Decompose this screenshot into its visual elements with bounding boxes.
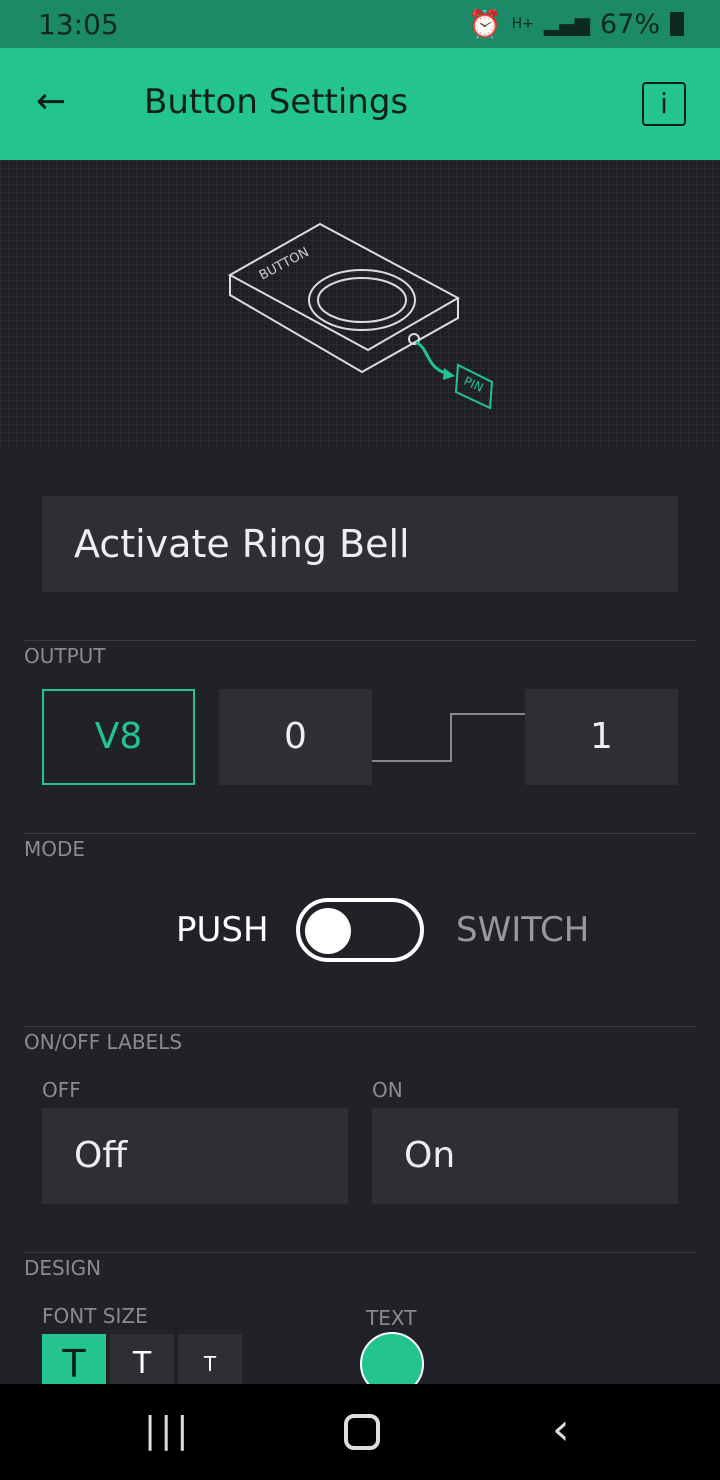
- app-header: ← Button Settings i: [0, 48, 720, 160]
- high-value-input[interactable]: 1: [525, 689, 678, 785]
- system-back-button[interactable]: ‹: [552, 1404, 570, 1455]
- mode-section-label: MODE: [24, 837, 86, 861]
- divider: [24, 1252, 696, 1253]
- labels-section-label: ON/OFF LABELS: [24, 1030, 183, 1054]
- output-section-label: OUTPUT: [24, 644, 106, 668]
- button-device-icon: BUTTON PIN: [227, 222, 494, 410]
- device-label: BUTTON: [257, 245, 312, 284]
- battery-percent: 67%: [599, 8, 660, 40]
- network-type: H+: [511, 16, 534, 32]
- status-time: 13:05: [38, 8, 119, 41]
- mode-toggle[interactable]: [296, 898, 424, 962]
- divider: [24, 833, 696, 834]
- low-value-input[interactable]: 0: [219, 689, 372, 785]
- off-label: OFF: [42, 1078, 81, 1102]
- button-illustration: BUTTON PIN: [0, 160, 720, 448]
- battery-icon: [670, 12, 684, 36]
- mode-switch-label[interactable]: SWITCH: [456, 910, 589, 950]
- on-label-input[interactable]: On: [372, 1108, 678, 1204]
- divider: [24, 1026, 696, 1027]
- page-title: Button Settings: [144, 82, 409, 122]
- divider: [24, 640, 696, 641]
- font-size-label: FONT SIZE: [42, 1304, 148, 1328]
- back-button[interactable]: ←: [36, 84, 66, 120]
- step-graph-icon: [372, 713, 526, 762]
- recent-apps-button[interactable]: |||: [144, 1410, 192, 1451]
- status-bar: 13:05 ⏰ H+ ▂▄▆ 67%: [0, 0, 720, 48]
- design-section-label: DESIGN: [24, 1256, 102, 1280]
- text-color-label: TEXT: [366, 1306, 417, 1330]
- off-label-input[interactable]: Off: [42, 1108, 348, 1204]
- home-button[interactable]: [344, 1414, 380, 1450]
- mode-push-label[interactable]: PUSH: [176, 910, 269, 950]
- info-button[interactable]: i: [642, 82, 686, 126]
- system-nav-bar: ||| ‹: [0, 1384, 720, 1480]
- pin-selector[interactable]: V8: [42, 689, 195, 785]
- button-name-input[interactable]: Activate Ring Bell: [42, 496, 678, 592]
- signal-icon: ▂▄▆: [543, 12, 590, 36]
- alarm-icon: ⏰: [467, 9, 502, 40]
- on-label: ON: [372, 1078, 403, 1102]
- toggle-knob: [305, 908, 351, 954]
